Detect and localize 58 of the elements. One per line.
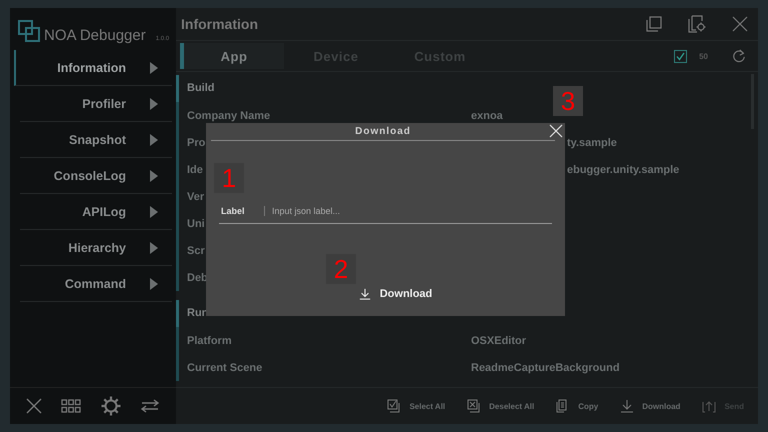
checked-box-icon bbox=[387, 399, 402, 413]
sidebar-item[interactable]: Command bbox=[20, 266, 172, 302]
sidebar-item[interactable]: Snapshot bbox=[20, 122, 172, 158]
toolbar-button[interactable]: Copy bbox=[556, 399, 598, 413]
section-header: Build bbox=[187, 82, 214, 94]
settings-icon[interactable] bbox=[100, 396, 121, 416]
row-label: Ide bbox=[187, 164, 203, 176]
row-label: Platform bbox=[187, 334, 232, 346]
logo-icon bbox=[18, 20, 40, 42]
crossed-box-icon bbox=[467, 399, 482, 413]
toolbar-button[interactable]: Download bbox=[620, 399, 680, 413]
device-gear-icon[interactable] bbox=[688, 15, 706, 33]
caret-icon bbox=[150, 170, 158, 182]
row-label: Current Scene bbox=[187, 362, 262, 374]
row-value: ebugger.unity.sample bbox=[567, 164, 680, 176]
callout-number: 2 bbox=[326, 254, 356, 284]
row-value: OSXEditor bbox=[471, 334, 526, 346]
row-value: exnoa bbox=[471, 110, 503, 122]
tab[interactable]: App bbox=[180, 43, 284, 69]
caret-icon bbox=[150, 98, 158, 110]
callout-number: 1 bbox=[214, 163, 244, 193]
app-name: NOA Debugger bbox=[44, 27, 146, 44]
dialog-title: Download bbox=[355, 126, 411, 137]
panel-title: Information bbox=[181, 16, 258, 32]
swap-arrows-icon[interactable] bbox=[140, 399, 160, 413]
close-icon[interactable] bbox=[26, 398, 42, 414]
row-value: ty.sample bbox=[567, 136, 617, 148]
sidebar-item[interactable]: APILog bbox=[20, 194, 172, 230]
interval-label: 50 bbox=[699, 52, 708, 60]
sidebar-item[interactable]: Profiler bbox=[20, 86, 172, 122]
close-icon[interactable] bbox=[732, 16, 748, 32]
row-label: Scr bbox=[187, 244, 205, 256]
sidebar-item[interactable]: Hierarchy bbox=[20, 230, 172, 266]
row-label: Company Name bbox=[187, 110, 270, 122]
toolbar-button[interactable]: Select All bbox=[387, 399, 446, 413]
row-label: Ver bbox=[187, 190, 204, 202]
download-icon bbox=[358, 288, 371, 300]
upload-icon bbox=[702, 399, 716, 413]
caret-icon bbox=[150, 242, 158, 254]
row-label: Uni bbox=[187, 218, 205, 230]
caret-icon bbox=[150, 206, 158, 218]
download-button[interactable]: Download bbox=[354, 286, 436, 302]
toolbar-button[interactable]: Deselect All bbox=[467, 399, 534, 413]
callout-number: 3 bbox=[553, 86, 583, 116]
grid-icon[interactable] bbox=[61, 399, 82, 413]
checkbox[interactable] bbox=[674, 50, 688, 62]
caret-icon bbox=[150, 134, 158, 146]
sidebar-item[interactable]: Information bbox=[14, 50, 172, 86]
field-label: Label bbox=[219, 206, 265, 216]
window-icon[interactable] bbox=[646, 16, 662, 32]
input-field[interactable]: Input json label... bbox=[265, 206, 552, 216]
caret-icon bbox=[150, 62, 158, 74]
row-value: ReadmeCaptureBackground bbox=[471, 362, 620, 374]
row-label: Pro bbox=[187, 136, 206, 148]
caret-icon bbox=[150, 278, 158, 290]
sidebar-item[interactable]: ConsoleLog bbox=[20, 158, 172, 194]
refresh-icon[interactable] bbox=[732, 49, 746, 63]
download-icon bbox=[620, 399, 634, 413]
